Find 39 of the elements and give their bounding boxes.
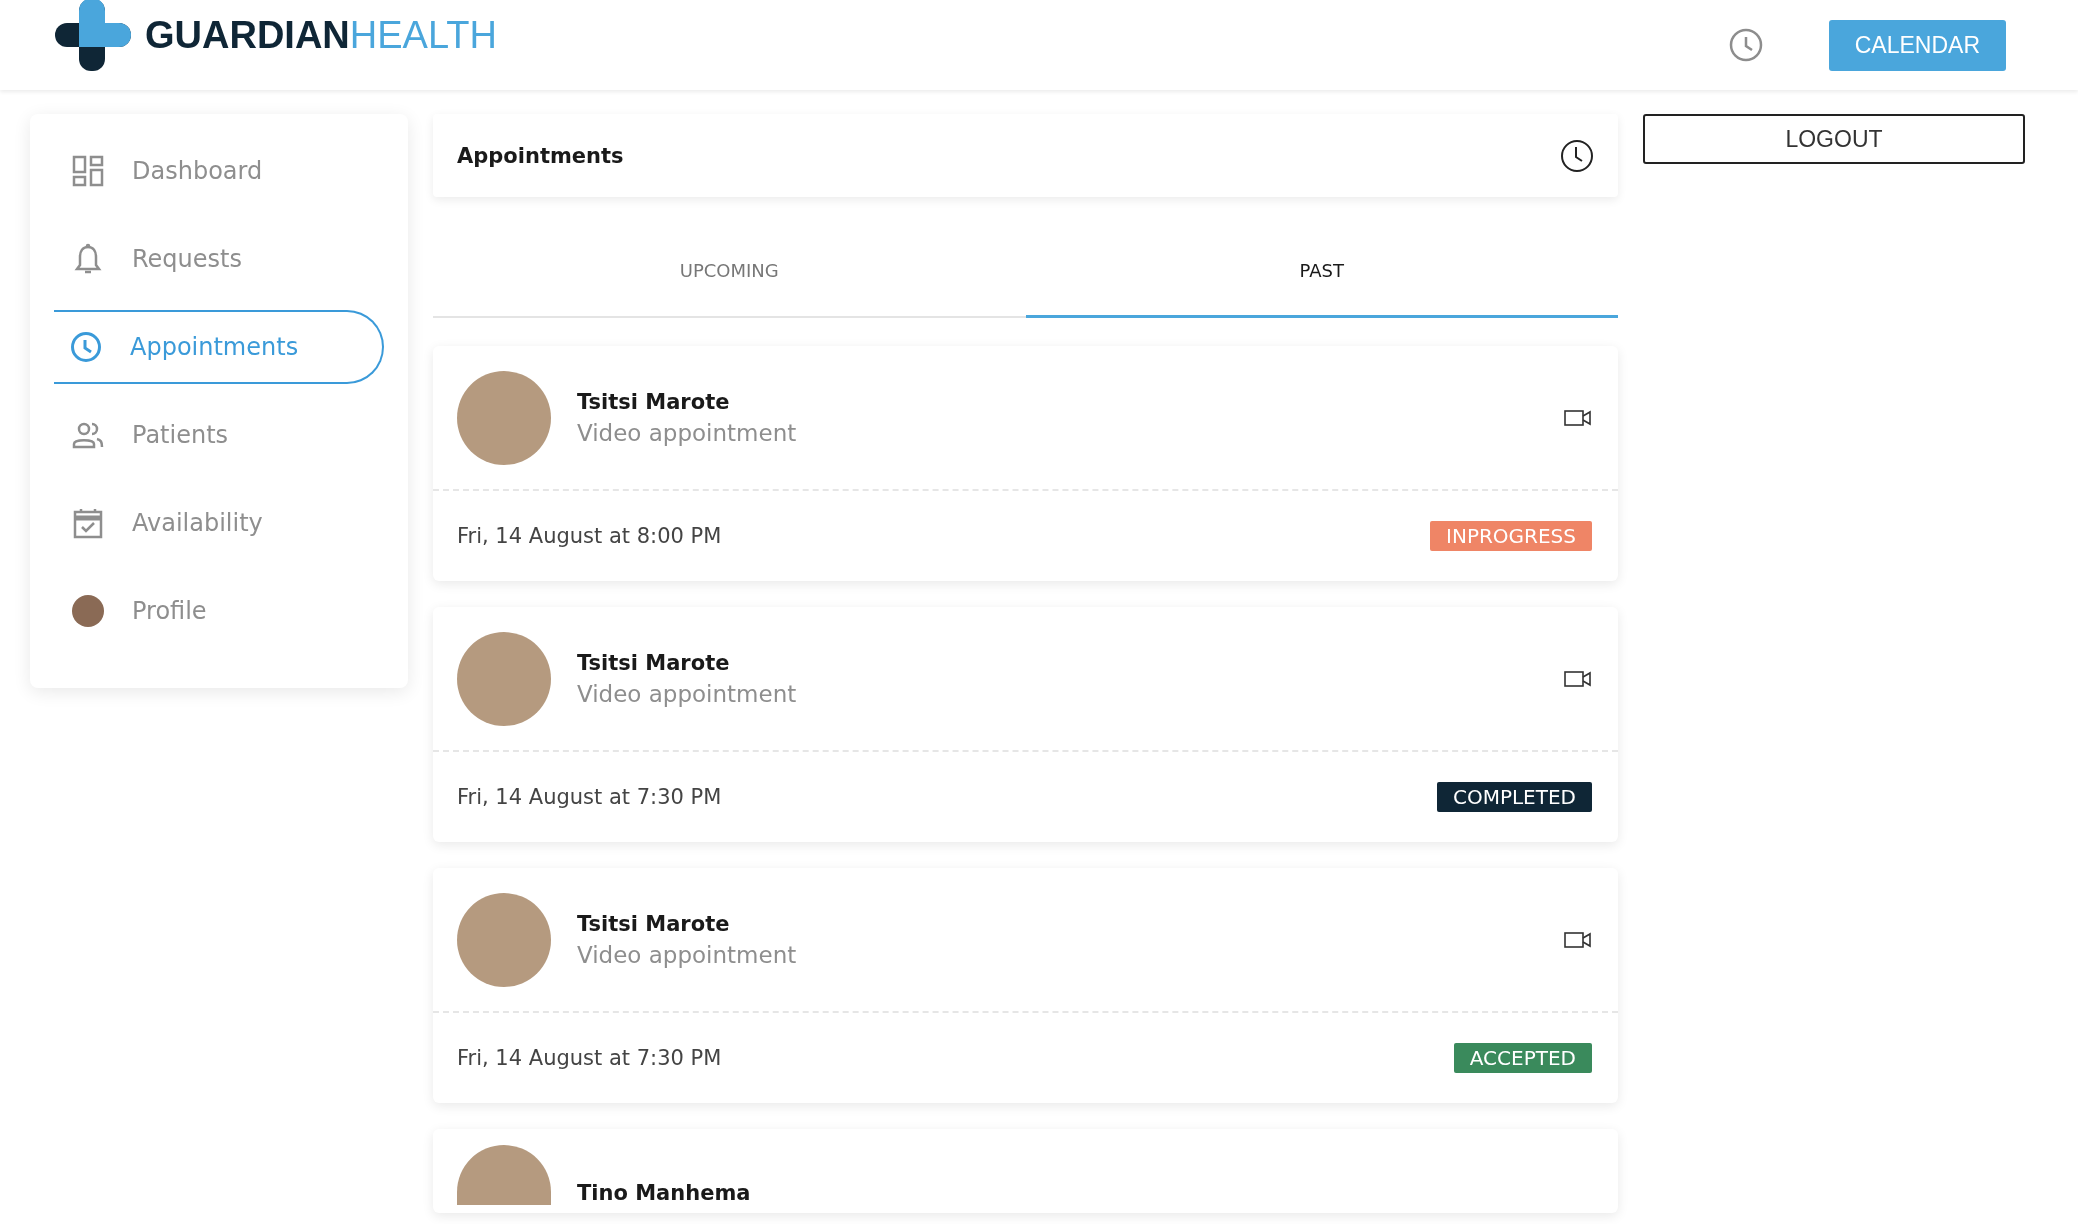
clock-icon[interactable] <box>1560 138 1594 173</box>
clock-icon <box>70 331 102 363</box>
calendar-check-icon <box>72 507 104 539</box>
avatar-placeholder <box>72 595 104 627</box>
cross-logo-icon <box>55 0 131 71</box>
appointment-type: Video appointment <box>577 941 798 968</box>
status-badge: INPROGRESS <box>1430 521 1592 551</box>
status-badge: COMPLETED <box>1436 782 1592 812</box>
sidebar-item[interactable]: Appointments <box>54 310 384 384</box>
logout-button[interactable]: LOGOUT <box>1643 114 2025 164</box>
video-camera-icon <box>1564 669 1592 688</box>
tab[interactable]: PAST <box>1025 225 1618 318</box>
appointment-time: Fri, 14 August at 7:30 PM <box>457 785 722 809</box>
appointment-card[interactable]: Tino Manhema <box>433 1129 1618 1213</box>
video-camera-icon <box>1564 930 1592 949</box>
patient-name: Tsitsi Marote <box>577 389 731 414</box>
calendar-button[interactable]: CALENDAR <box>1828 19 2006 71</box>
sidebar-item[interactable]: Availability <box>54 486 384 560</box>
appointment-card[interactable]: Tsitsi Marote Video appointment Fri, 14 August at 8:00 PM INPROGRESS <box>433 346 1618 581</box>
appointment-type: Video appointment <box>577 419 798 446</box>
appointment-card[interactable]: Tsitsi Marote Video appointment Fri, 14 August at 7:30 PM ACCEPTED <box>433 868 1618 1103</box>
sidebar-item[interactable]: Dashboard <box>54 134 384 208</box>
appointment-type: Video appointment <box>577 680 798 707</box>
sidebar-item[interactable]: Requests <box>54 222 384 296</box>
appointment-time: Fri, 14 August at 7:30 PM <box>457 1046 722 1070</box>
panel-title: Appointments <box>457 143 624 168</box>
sidebar-item[interactable]: Patients <box>54 398 384 472</box>
appointment-time: Fri, 14 August at 8:00 PM <box>457 524 722 548</box>
patient-name: Tsitsi Marote <box>577 650 731 675</box>
patient-name: Tino Manhema <box>577 1181 752 1205</box>
sidebar-item[interactable]: Profile <box>54 574 384 648</box>
video-camera-icon <box>1564 408 1592 427</box>
logo-text: GUARDIANHEALTH <box>145 13 497 57</box>
bell-icon <box>72 243 104 275</box>
status-badge: ACCEPTED <box>1453 1043 1592 1073</box>
patient-name: Tsitsi Marote <box>577 911 731 936</box>
appointment-card[interactable]: Tsitsi Marote Video appointment Fri, 14 August at 7:30 PM COMPLETED <box>433 607 1618 842</box>
tab[interactable]: UPCOMING <box>433 225 1026 318</box>
dashboard-icon <box>72 155 104 187</box>
